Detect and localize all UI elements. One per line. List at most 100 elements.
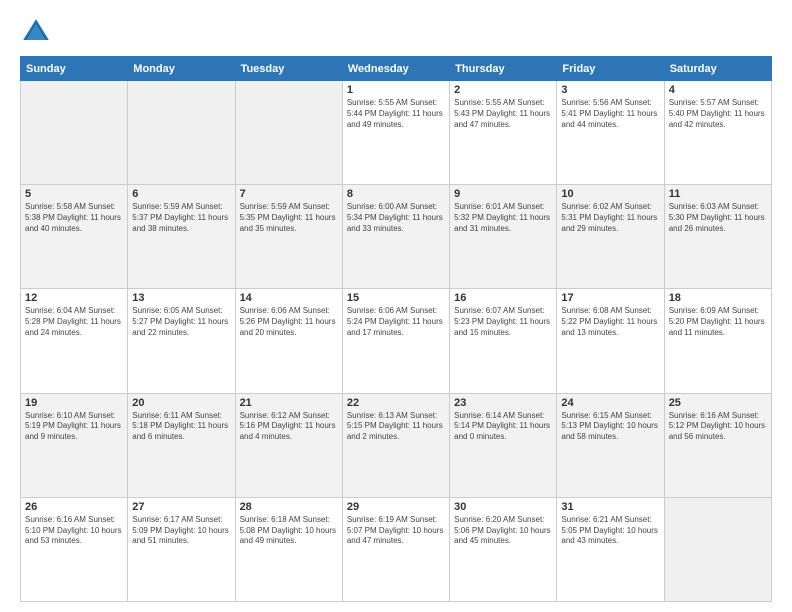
calendar-cell: 10 Sunrise: 6:02 AM Sunset: 5:31 PM Dayli… xyxy=(557,185,664,289)
calendar-cell: 29 Sunrise: 6:19 AM Sunset: 5:07 PM Dayli… xyxy=(342,497,449,601)
calendar-table: SundayMondayTuesdayWednesdayThursdayFrid… xyxy=(20,56,772,602)
day-number: 21 xyxy=(240,397,338,409)
week-row-3: 12Sunrise: 6:04 AM Sunset: 5:28 PM Dayli… xyxy=(21,289,772,393)
calendar-cell: 28 Sunrise: 6:18 AM Sunset: 5:08 PM Dayli… xyxy=(235,497,342,601)
day-info: Sunrise: 5:56 AM Sunset: 5:41 PM Dayligh… xyxy=(561,98,659,130)
day-info: Sunrise: 6:02 AM Sunset: 5:31 PM Dayligh… xyxy=(561,202,659,234)
calendar-cell: 20 Sunrise: 6:11 AM Sunset: 5:18 PM Dayli… xyxy=(128,393,235,497)
day-info: Sunrise: 5:55 AM Sunset: 5:44 PM Dayligh… xyxy=(347,98,445,130)
calendar-cell: 31Sunrise: 6:21 AM Sunset: 5:05 PM Dayli… xyxy=(557,497,664,601)
calendar-cell xyxy=(235,81,342,185)
weekday-header-sunday: Sunday xyxy=(21,57,128,81)
day-number: 7 xyxy=(240,188,338,200)
day-number: 14 xyxy=(240,292,338,304)
day-number: 20 xyxy=(132,397,230,409)
day-info: Sunrise: 6:08 AM Sunset: 5:22 PM Dayligh… xyxy=(561,306,659,338)
day-number: 24 xyxy=(561,397,659,409)
calendar-cell: 22 Sunrise: 6:13 AM Sunset: 5:15 PM Dayli… xyxy=(342,393,449,497)
day-info: Sunrise: 5:55 AM Sunset: 5:43 PM Dayligh… xyxy=(454,98,552,130)
day-number: 17 xyxy=(561,292,659,304)
weekday-header-row: SundayMondayTuesdayWednesdayThursdayFrid… xyxy=(21,57,772,81)
day-number: 8 xyxy=(347,188,445,200)
day-info: Sunrise: 6:14 AM Sunset: 5:14 PM Dayligh… xyxy=(454,411,552,443)
calendar-cell: 2 Sunrise: 5:55 AM Sunset: 5:43 PM Daylig… xyxy=(450,81,557,185)
weekday-header-monday: Monday xyxy=(128,57,235,81)
calendar-cell: 4 Sunrise: 5:57 AM Sunset: 5:40 PM Daylig… xyxy=(664,81,771,185)
day-number: 26 xyxy=(25,501,123,513)
day-info: Sunrise: 6:07 AM Sunset: 5:23 PM Dayligh… xyxy=(454,306,552,338)
day-number: 1 xyxy=(347,84,445,96)
day-info: Sunrise: 6:16 AM Sunset: 5:10 PM Dayligh… xyxy=(25,515,123,547)
calendar-cell: 26 Sunrise: 6:16 AM Sunset: 5:10 PM Dayli… xyxy=(21,497,128,601)
day-number: 2 xyxy=(454,84,552,96)
day-info: Sunrise: 6:19 AM Sunset: 5:07 PM Dayligh… xyxy=(347,515,445,547)
day-info: Sunrise: 6:06 AM Sunset: 5:26 PM Dayligh… xyxy=(240,306,338,338)
day-number: 15 xyxy=(347,292,445,304)
day-info: Sunrise: 5:57 AM Sunset: 5:40 PM Dayligh… xyxy=(669,98,767,130)
weekday-header-wednesday: Wednesday xyxy=(342,57,449,81)
calendar-cell: 18 Sunrise: 6:09 AM Sunset: 5:20 PM Dayli… xyxy=(664,289,771,393)
day-info: Sunrise: 6:17 AM Sunset: 5:09 PM Dayligh… xyxy=(132,515,230,547)
calendar-cell: 17 Sunrise: 6:08 AM Sunset: 5:22 PM Dayli… xyxy=(557,289,664,393)
calendar-cell: 23Sunrise: 6:14 AM Sunset: 5:14 PM Dayli… xyxy=(450,393,557,497)
week-row-4: 19Sunrise: 6:10 AM Sunset: 5:19 PM Dayli… xyxy=(21,393,772,497)
calendar-cell: 24 Sunrise: 6:15 AM Sunset: 5:13 PM Dayli… xyxy=(557,393,664,497)
calendar-cell: 13 Sunrise: 6:05 AM Sunset: 5:27 PM Dayli… xyxy=(128,289,235,393)
weekday-header-friday: Friday xyxy=(557,57,664,81)
day-number: 3 xyxy=(561,84,659,96)
day-info: Sunrise: 6:13 AM Sunset: 5:15 PM Dayligh… xyxy=(347,411,445,443)
day-number: 4 xyxy=(669,84,767,96)
day-info: Sunrise: 6:00 AM Sunset: 5:34 PM Dayligh… xyxy=(347,202,445,234)
weekday-header-tuesday: Tuesday xyxy=(235,57,342,81)
calendar-cell: 9Sunrise: 6:01 AM Sunset: 5:32 PM Daylig… xyxy=(450,185,557,289)
day-number: 29 xyxy=(347,501,445,513)
day-number: 10 xyxy=(561,188,659,200)
day-info: Sunrise: 6:11 AM Sunset: 5:18 PM Dayligh… xyxy=(132,411,230,443)
calendar-cell: 15Sunrise: 6:06 AM Sunset: 5:24 PM Dayli… xyxy=(342,289,449,393)
day-info: Sunrise: 6:18 AM Sunset: 5:08 PM Dayligh… xyxy=(240,515,338,547)
day-info: Sunrise: 5:59 AM Sunset: 5:35 PM Dayligh… xyxy=(240,202,338,234)
day-info: Sunrise: 6:09 AM Sunset: 5:20 PM Dayligh… xyxy=(669,306,767,338)
calendar-cell: 30Sunrise: 6:20 AM Sunset: 5:06 PM Dayli… xyxy=(450,497,557,601)
calendar-cell: 21 Sunrise: 6:12 AM Sunset: 5:16 PM Dayli… xyxy=(235,393,342,497)
week-row-1: 1 Sunrise: 5:55 AM Sunset: 5:44 PM Daylig… xyxy=(21,81,772,185)
day-info: Sunrise: 6:05 AM Sunset: 5:27 PM Dayligh… xyxy=(132,306,230,338)
day-number: 16 xyxy=(454,292,552,304)
day-number: 11 xyxy=(669,188,767,200)
day-info: Sunrise: 5:58 AM Sunset: 5:38 PM Dayligh… xyxy=(25,202,123,234)
day-number: 28 xyxy=(240,501,338,513)
day-number: 18 xyxy=(669,292,767,304)
calendar-cell: 16 Sunrise: 6:07 AM Sunset: 5:23 PM Dayli… xyxy=(450,289,557,393)
calendar-cell xyxy=(21,81,128,185)
day-info: Sunrise: 6:16 AM Sunset: 5:12 PM Dayligh… xyxy=(669,411,767,443)
calendar-cell: 6Sunrise: 5:59 AM Sunset: 5:37 PM Daylig… xyxy=(128,185,235,289)
day-number: 9 xyxy=(454,188,552,200)
day-info: Sunrise: 6:03 AM Sunset: 5:30 PM Dayligh… xyxy=(669,202,767,234)
day-info: Sunrise: 6:04 AM Sunset: 5:28 PM Dayligh… xyxy=(25,306,123,338)
calendar-cell: 11 Sunrise: 6:03 AM Sunset: 5:30 PM Dayli… xyxy=(664,185,771,289)
day-info: Sunrise: 6:15 AM Sunset: 5:13 PM Dayligh… xyxy=(561,411,659,443)
calendar-cell: 27 Sunrise: 6:17 AM Sunset: 5:09 PM Dayli… xyxy=(128,497,235,601)
calendar-cell: 14 Sunrise: 6:06 AM Sunset: 5:26 PM Dayli… xyxy=(235,289,342,393)
day-number: 13 xyxy=(132,292,230,304)
day-number: 5 xyxy=(25,188,123,200)
day-info: Sunrise: 5:59 AM Sunset: 5:37 PM Dayligh… xyxy=(132,202,230,234)
day-number: 30 xyxy=(454,501,552,513)
day-info: Sunrise: 6:10 AM Sunset: 5:19 PM Dayligh… xyxy=(25,411,123,443)
day-number: 27 xyxy=(132,501,230,513)
logo xyxy=(20,16,56,48)
page: SundayMondayTuesdayWednesdayThursdayFrid… xyxy=(0,0,792,612)
calendar-cell xyxy=(664,497,771,601)
day-info: Sunrise: 6:21 AM Sunset: 5:05 PM Dayligh… xyxy=(561,515,659,547)
calendar-cell: 19Sunrise: 6:10 AM Sunset: 5:19 PM Dayli… xyxy=(21,393,128,497)
logo-icon xyxy=(20,16,52,48)
calendar-cell: 25Sunrise: 6:16 AM Sunset: 5:12 PM Dayli… xyxy=(664,393,771,497)
week-row-2: 5 Sunrise: 5:58 AM Sunset: 5:38 PM Daylig… xyxy=(21,185,772,289)
day-number: 22 xyxy=(347,397,445,409)
calendar-cell: 1 Sunrise: 5:55 AM Sunset: 5:44 PM Daylig… xyxy=(342,81,449,185)
calendar-cell: 8 Sunrise: 6:00 AM Sunset: 5:34 PM Daylig… xyxy=(342,185,449,289)
header xyxy=(20,16,772,48)
day-info: Sunrise: 6:12 AM Sunset: 5:16 PM Dayligh… xyxy=(240,411,338,443)
calendar-cell: 5 Sunrise: 5:58 AM Sunset: 5:38 PM Daylig… xyxy=(21,185,128,289)
calendar-cell: 7 Sunrise: 5:59 AM Sunset: 5:35 PM Daylig… xyxy=(235,185,342,289)
